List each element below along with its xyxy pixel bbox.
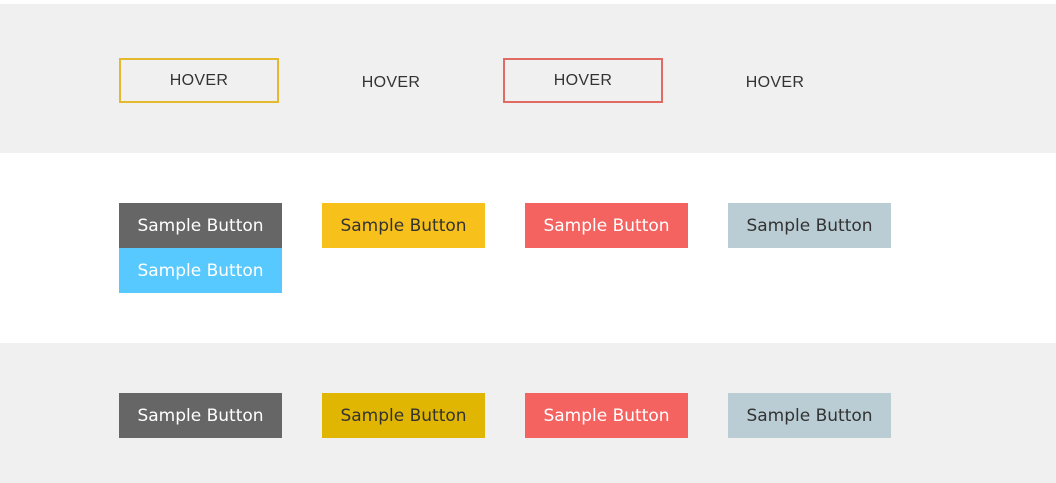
sample-button-band-bottom: Sample Button Sample Button Sample Butto… <box>0 343 1056 483</box>
sample-button-dark[interactable]: Sample Button <box>119 203 282 248</box>
sample-button-gray[interactable]: Sample Button <box>728 203 891 248</box>
hover-band: HOVER HOVER HOVER HOVER <box>0 4 1056 153</box>
sample-button-label: Sample Button <box>746 405 873 426</box>
sample-button-band-middle: Sample Button Sample Button Sample Butto… <box>0 153 1056 343</box>
hover-button-plain[interactable]: HOVER <box>311 60 471 105</box>
hover-button-red-outline[interactable]: HOVER <box>503 58 663 103</box>
sample-button-gray-2[interactable]: Sample Button <box>728 393 891 438</box>
sample-button-label: Sample Button <box>543 215 670 236</box>
hover-button-yellow-outline[interactable]: HOVER <box>119 58 279 103</box>
hover-button-label: HOVER <box>169 71 229 89</box>
sample-button-label: Sample Button <box>340 215 467 236</box>
sample-button-dark-2[interactable]: Sample Button <box>119 393 282 438</box>
sample-button-mustard[interactable]: Sample Button <box>322 393 485 438</box>
sample-button-label: Sample Button <box>137 405 264 426</box>
sample-button-yellow[interactable]: Sample Button <box>322 203 485 248</box>
sample-button-label: Sample Button <box>340 405 467 426</box>
sample-button-label: Sample Button <box>746 215 873 236</box>
sample-button-label: Sample Button <box>543 405 670 426</box>
hover-button-label: HOVER <box>745 73 805 91</box>
sample-button-label: Sample Button <box>137 215 264 236</box>
hover-button-label: HOVER <box>553 71 613 89</box>
sample-button-red[interactable]: Sample Button <box>525 203 688 248</box>
sample-button-blue[interactable]: Sample Button <box>119 248 282 293</box>
sample-button-label: Sample Button <box>137 260 264 281</box>
sample-button-red-2[interactable]: Sample Button <box>525 393 688 438</box>
hover-button-plain-2[interactable]: HOVER <box>695 60 855 105</box>
hover-button-label: HOVER <box>361 73 421 91</box>
